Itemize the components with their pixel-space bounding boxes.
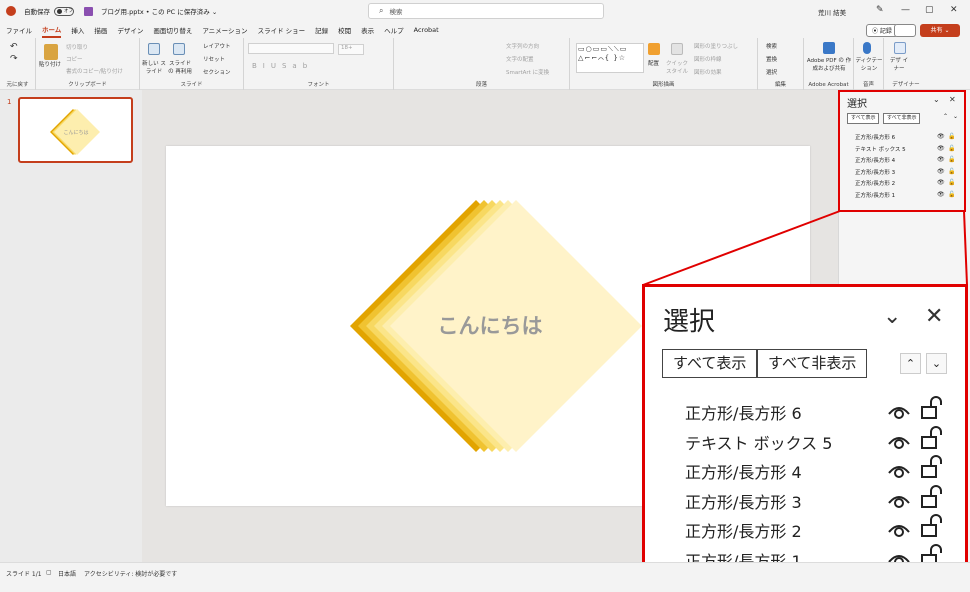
- zoomed-pane-title: 選択: [663, 307, 716, 337]
- zoomed-unlock-icon[interactable]: [921, 455, 943, 479]
- accessibility-status[interactable]: アクセシビリティ: 検討が必要です: [84, 569, 177, 578]
- zoomed-collapse-icon[interactable]: ⌄: [883, 304, 901, 329]
- zoomed-selection-item[interactable]: 正方形/長方形 2: [685, 518, 802, 542]
- zoomed-visibility-eye-icon[interactable]: [887, 520, 911, 540]
- zoomed-unlock-icon[interactable]: [921, 484, 943, 509]
- zoomed-selection-item[interactable]: 正方形/長方形 6: [685, 400, 802, 424]
- zoomed-close-icon[interactable]: ✕: [925, 304, 943, 329]
- zoomed-selection-item[interactable]: テキスト ボックス 5: [685, 430, 832, 454]
- zoomed-bring-forward-icon[interactable]: ⌃: [900, 353, 921, 374]
- zoomed-visibility-eye-icon[interactable]: [887, 432, 911, 452]
- zoomed-unlock-icon[interactable]: [921, 396, 943, 420]
- zoomed-visibility-eye-icon[interactable]: [887, 491, 911, 511]
- zoomed-show-all-button[interactable]: すべて表示: [662, 349, 758, 378]
- zoomed-hide-all-button[interactable]: すべて非表示: [757, 349, 868, 378]
- zoomed-unlock-icon[interactable]: [921, 425, 943, 450]
- slide-counter: スライド 1/1: [6, 571, 42, 578]
- zoomed-selection-pane: 選択 ⌄ ✕ すべて表示 すべて非表示 ⌃ ⌄ 正方形/長方形 6 テキスト ボッ…: [642, 284, 968, 590]
- zoomed-visibility-eye-icon[interactable]: [887, 402, 911, 422]
- zoomed-selection-item[interactable]: 正方形/長方形 4: [685, 459, 802, 483]
- zoomed-visibility-eye-icon[interactable]: [887, 461, 911, 481]
- zoomed-unlock-icon[interactable]: [921, 514, 943, 538]
- notes-icon[interactable]: ▢: [46, 569, 52, 576]
- zoomed-selection-item[interactable]: 正方形/長方形 3: [685, 489, 802, 513]
- language-indicator[interactable]: 日本語: [58, 569, 76, 578]
- status-bar: スライド 1/1 ▢ 日本語 アクセシビリティ: 検討が必要です: [0, 562, 970, 592]
- zoomed-send-backward-icon[interactable]: ⌄: [926, 353, 947, 374]
